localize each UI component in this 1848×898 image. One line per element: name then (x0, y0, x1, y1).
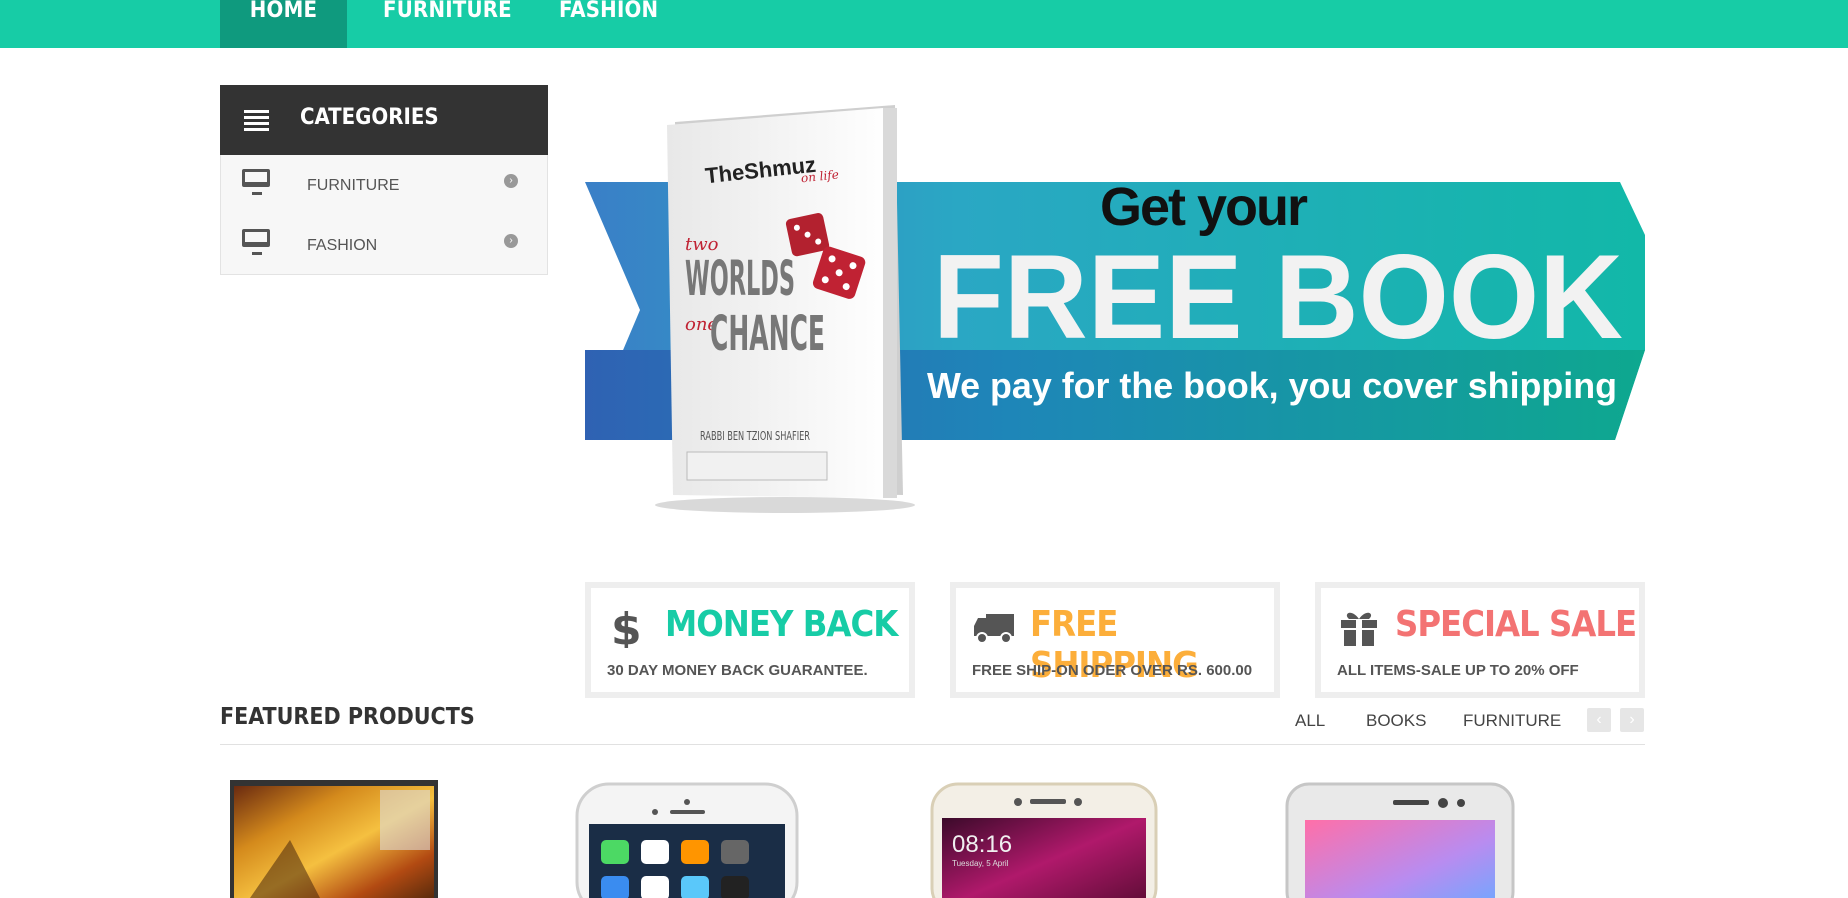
dollar-icon: $ (611, 604, 642, 648)
top-navigation: HOME FURNITURE FASHION (0, 0, 1848, 48)
banner-line-3: We pay for the book, you cover shipping (927, 365, 1617, 406)
carousel-next-button[interactable]: › (1620, 708, 1644, 732)
tab-books[interactable]: BOOKS (1366, 711, 1426, 731)
tab-all[interactable]: ALL (1295, 711, 1325, 731)
feature-subtitle: FREE SHIP-ON ODER OVER RS. 600.00 (972, 662, 1253, 679)
featured-products-title: FEATURED PRODUCTS (220, 704, 475, 730)
book-line-2: CHANCE (710, 306, 825, 362)
product-image (1285, 782, 1515, 898)
feature-money-back: $ MONEY BACK 30 DAY MONEY BACK GUARANTEE… (585, 582, 915, 698)
free-book-banner[interactable]: TheShmuz on life two WORLDS one CHANCE R… (585, 100, 1645, 515)
feature-free-shipping: FREE SHIPPING FREE SHIP-ON ODER OVER RS.… (950, 582, 1280, 698)
divider (220, 744, 1645, 745)
product-card-iphone[interactable] (575, 780, 800, 898)
product-card-redmi[interactable]: 08:16 Tuesday, 5 April (930, 780, 1160, 898)
categories-header[interactable]: CATEGORIES (220, 85, 548, 155)
nav-home[interactable]: HOME (220, 0, 347, 48)
category-label: FURNITURE (307, 177, 400, 194)
category-item-fashion[interactable]: FASHION › (220, 215, 548, 275)
nav-furniture[interactable]: FURNITURE (383, 0, 512, 48)
phone-time: 08:16 (952, 831, 1012, 858)
banner-graphic: TheShmuz on life two WORLDS one CHANCE R… (585, 105, 1645, 513)
product-image: 08:16 Tuesday, 5 April (930, 782, 1158, 898)
feature-title: MONEY BACK (665, 604, 898, 645)
nav-home-label: HOME (249, 0, 318, 23)
product-image (230, 780, 438, 898)
arrow-right-circle-icon: › (504, 234, 518, 248)
feature-subtitle: ALL ITEMS-SALE UP TO 20% OFF (1337, 662, 1579, 679)
product-card-painting[interactable] (230, 780, 438, 898)
nav-fashion[interactable]: FASHION (559, 0, 658, 48)
book-author: RABBI BEN TZION SHAFIER (700, 429, 810, 443)
menu-icon (244, 110, 269, 131)
nav-furniture-label: FURNITURE (383, 0, 512, 23)
banner-line-2: FREE BOOK (933, 230, 1623, 364)
category-item-furniture[interactable]: FURNITURE › (220, 155, 548, 215)
carousel-prev-button[interactable]: ‹ (1587, 708, 1611, 732)
truck-icon (974, 614, 1014, 644)
gift-icon (1341, 612, 1377, 646)
monitor-icon (242, 229, 270, 255)
categories-title: CATEGORIES (300, 105, 439, 130)
category-label: FASHION (307, 237, 378, 254)
feature-title: SPECIAL SALE (1395, 604, 1637, 645)
feature-special-sale: SPECIAL SALE ALL ITEMS-SALE UP TO 20% OF… (1315, 582, 1645, 698)
nav-fashion-label: FASHION (559, 0, 659, 23)
arrow-right-circle-icon: › (504, 174, 518, 188)
book-line-1: WORLDS (685, 251, 795, 307)
banner-line-1: Get your (1100, 177, 1308, 237)
product-card-lenovo[interactable] (1285, 780, 1515, 898)
monitor-icon (242, 169, 270, 195)
phone-date: Tuesday, 5 April (952, 859, 1009, 868)
svg-text:$: $ (611, 604, 642, 648)
product-image (575, 782, 799, 898)
feature-subtitle: 30 DAY MONEY BACK GUARANTEE. (607, 662, 868, 679)
tab-furniture[interactable]: FURNITURE (1463, 711, 1561, 731)
